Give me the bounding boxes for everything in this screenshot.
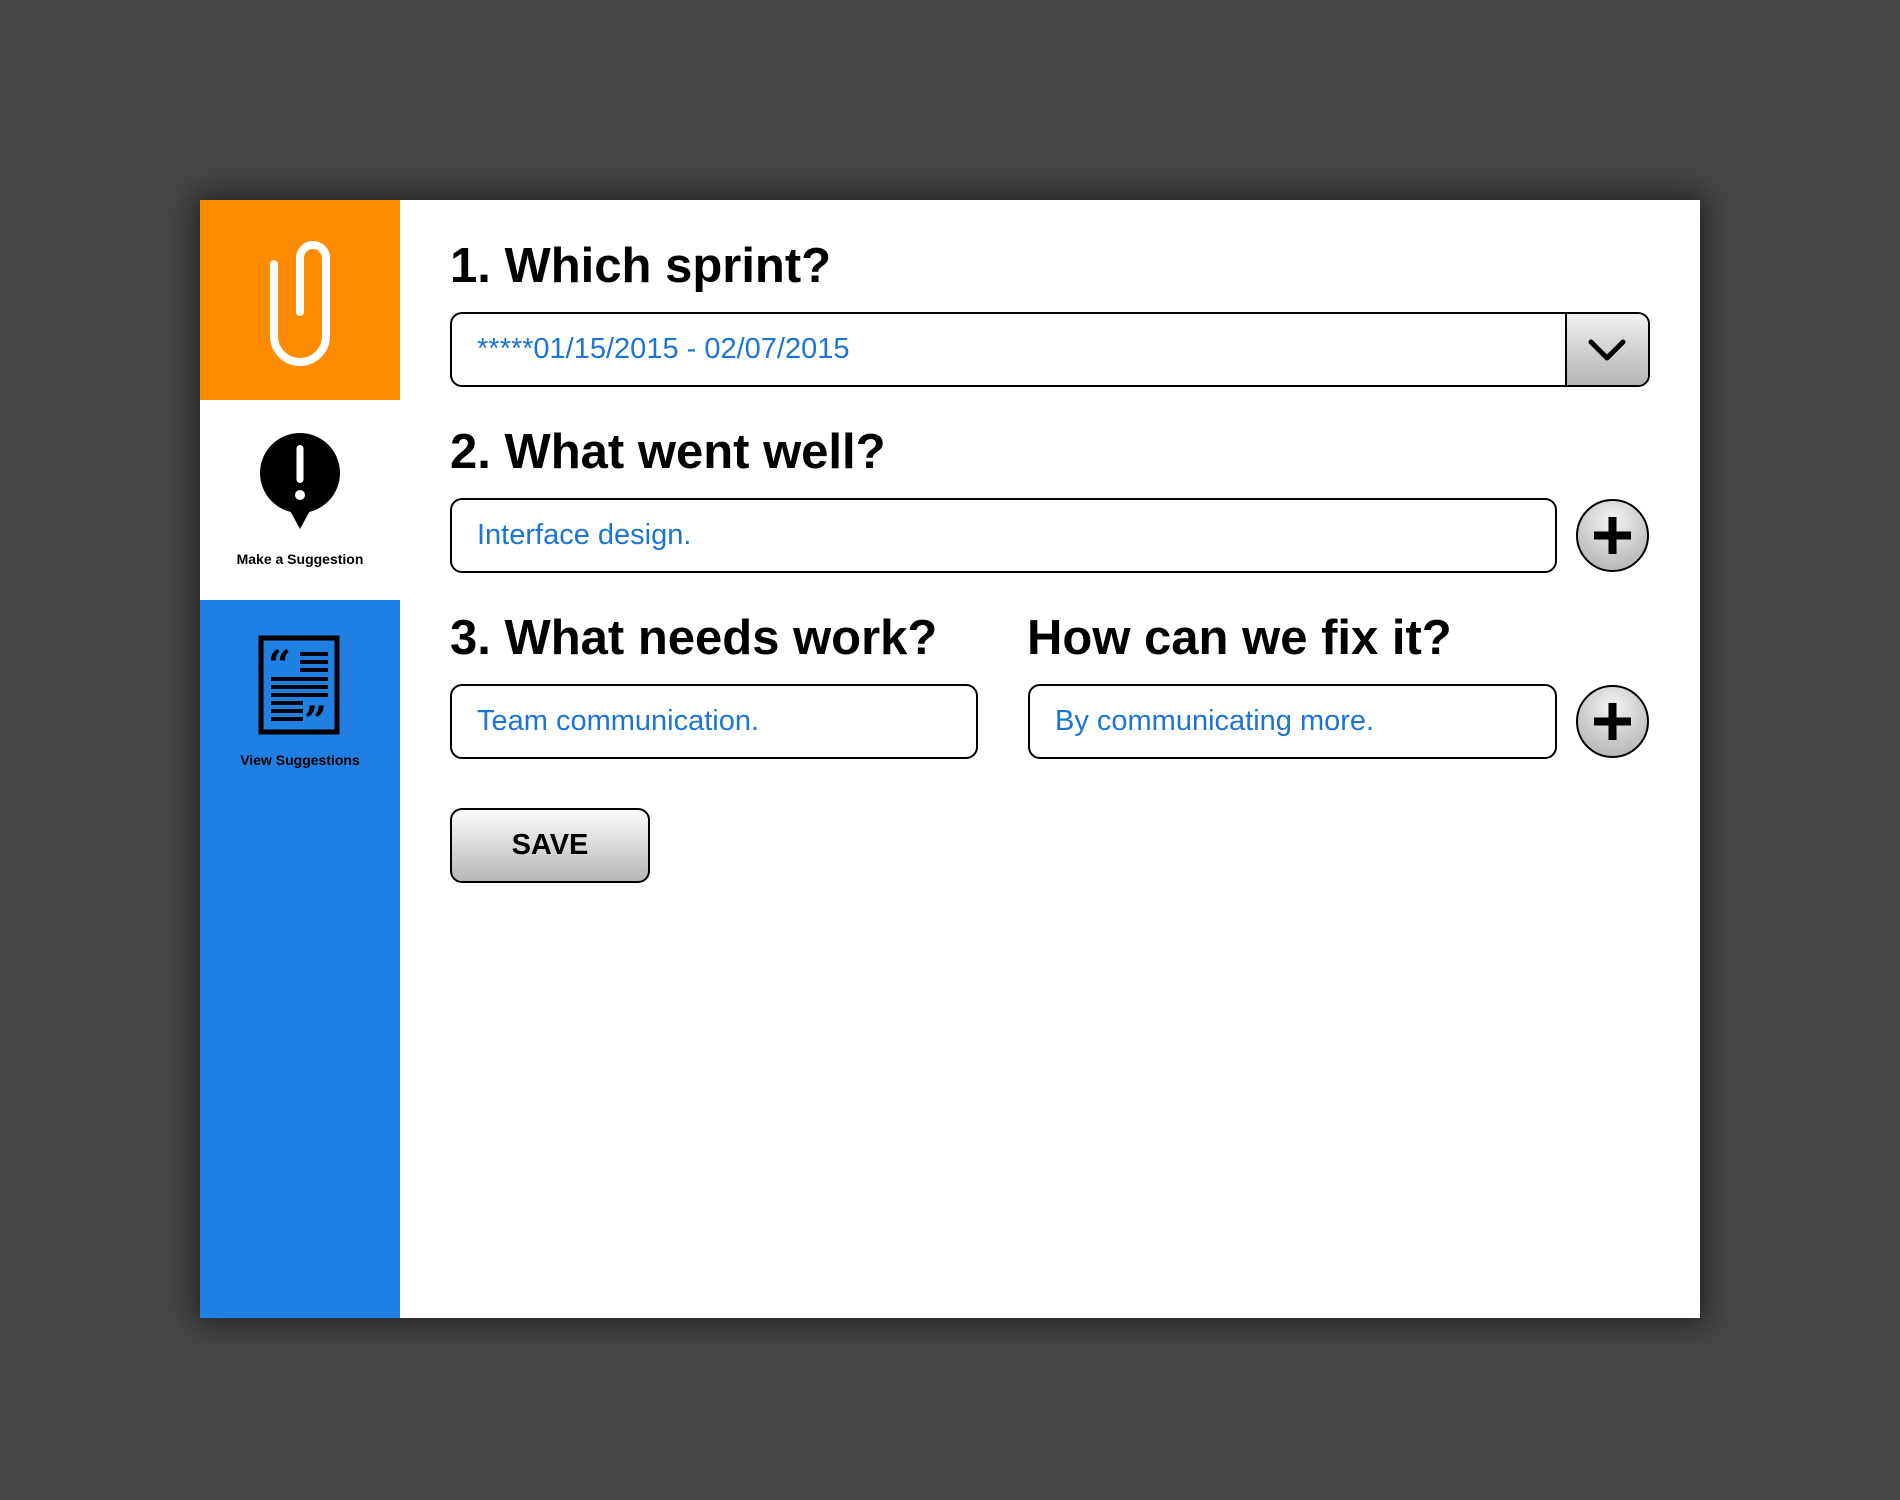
add-needs-work-button[interactable] [1576, 685, 1649, 758]
paperclip-icon [270, 241, 330, 366]
app-logo [200, 200, 400, 400]
app-window: Make a Suggestion “ ” View Suggestions 1… [200, 200, 1700, 1318]
save-button[interactable]: SAVE [450, 808, 650, 883]
fix-it-input-value: By communicating more. [1055, 705, 1375, 737]
sidebar-item-make-suggestion[interactable]: Make a Suggestion [200, 400, 400, 600]
plus-icon [1594, 517, 1631, 554]
speech-bubble-exclamation-icon [260, 433, 340, 529]
sidebar: Make a Suggestion “ ” View Suggestions [200, 200, 400, 1318]
svg-text:”: ” [304, 698, 327, 737]
needs-work-input-value: Team communication. [477, 705, 760, 737]
question-went-well-heading: 2. What went well? [450, 425, 886, 479]
quote-document-icon: “ ” [258, 635, 340, 737]
went-well-input[interactable]: Interface design. [450, 498, 1557, 573]
needs-work-input[interactable]: Team communication. [450, 684, 978, 759]
plus-icon [1594, 703, 1631, 740]
add-went-well-button[interactable] [1576, 499, 1649, 572]
svg-text:“: “ [268, 642, 291, 689]
question-fix-it-heading: How can we fix it? [1027, 611, 1452, 665]
went-well-input-value: Interface design. [477, 519, 692, 551]
sprint-dropdown-button[interactable] [1565, 314, 1648, 385]
fix-it-input[interactable]: By communicating more. [1028, 684, 1557, 759]
question-needs-work-heading: 3. What needs work? [450, 611, 938, 665]
chevron-down-icon [1588, 339, 1626, 361]
sprint-select-value: *****01/15/2015 - 02/07/2015 [477, 333, 850, 365]
sidebar-item-view-suggestions[interactable]: “ ” View Suggestions [200, 600, 400, 800]
sidebar-item-label: Make a Suggestion [236, 551, 364, 567]
question-sprint-heading: 1. Which sprint? [450, 239, 832, 293]
sprint-select[interactable]: *****01/15/2015 - 02/07/2015 [450, 312, 1650, 387]
sidebar-item-label: View Suggestions [240, 752, 360, 768]
